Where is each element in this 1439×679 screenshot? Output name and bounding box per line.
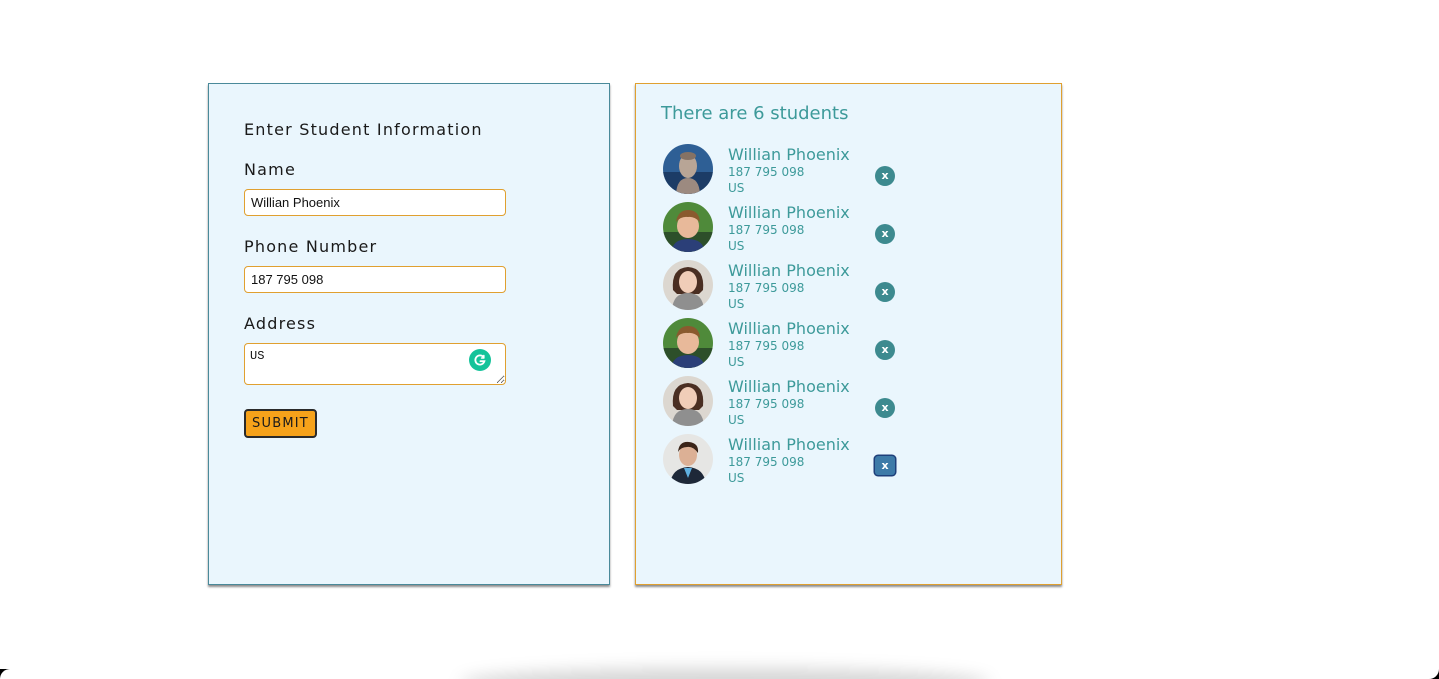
student-list: Willian Phoenix 187 795 098 US x Willian… bbox=[663, 144, 1043, 492]
avatar bbox=[663, 376, 713, 426]
student-phone: 187 795 098 bbox=[728, 339, 805, 353]
window-shadow bbox=[460, 668, 990, 679]
remove-student-button[interactable]: x bbox=[875, 166, 895, 186]
student-name: Willian Phoenix bbox=[728, 145, 850, 164]
student-list-item: Willian Phoenix 187 795 098 US x bbox=[663, 260, 1043, 318]
student-phone: 187 795 098 bbox=[728, 223, 805, 237]
student-list-panel: There are 6 students Willian Phoenix 187… bbox=[635, 83, 1062, 585]
address-textarea[interactable]: US bbox=[244, 343, 506, 385]
avatar bbox=[663, 260, 713, 310]
student-phone: 187 795 098 bbox=[728, 165, 805, 179]
page: Enter Student Information Name Phone Num… bbox=[0, 0, 1439, 679]
student-count-title: There are 6 students bbox=[661, 103, 849, 124]
student-address: US bbox=[728, 239, 745, 253]
student-list-item: Willian Phoenix 187 795 098 US x bbox=[663, 202, 1043, 260]
submit-button[interactable]: SUBMIT bbox=[244, 409, 317, 438]
student-name: Willian Phoenix bbox=[728, 377, 850, 396]
name-input[interactable] bbox=[244, 189, 506, 216]
grammarly-icon[interactable] bbox=[469, 349, 491, 371]
man-suit-portrait-icon bbox=[663, 434, 713, 484]
remove-student-button[interactable]: x bbox=[875, 340, 895, 360]
student-address: US bbox=[728, 355, 745, 369]
remove-student-button[interactable]: x bbox=[875, 224, 895, 244]
window-corner bbox=[0, 669, 10, 679]
student-name: Willian Phoenix bbox=[728, 435, 850, 454]
man-portrait-icon bbox=[663, 144, 713, 194]
avatar bbox=[663, 202, 713, 252]
student-phone: 187 795 098 bbox=[728, 281, 805, 295]
avatar bbox=[663, 434, 713, 484]
student-list-item: Willian Phoenix 187 795 098 US x bbox=[663, 376, 1043, 434]
phone-input[interactable] bbox=[244, 266, 506, 293]
student-address: US bbox=[728, 413, 745, 427]
woman-portrait-icon bbox=[663, 376, 713, 426]
student-list-item: Willian Phoenix 187 795 098 US x bbox=[663, 144, 1043, 202]
student-phone: 187 795 098 bbox=[728, 397, 805, 411]
woman-portrait-icon bbox=[663, 260, 713, 310]
student-name: Willian Phoenix bbox=[728, 261, 850, 280]
name-label: Name bbox=[244, 160, 297, 179]
student-form-panel: Enter Student Information Name Phone Num… bbox=[208, 83, 610, 585]
student-name: Willian Phoenix bbox=[728, 203, 850, 222]
student-list-item: Willian Phoenix 187 795 098 US x bbox=[663, 434, 1043, 492]
student-address: US bbox=[728, 297, 745, 311]
remove-student-button[interactable]: x bbox=[875, 456, 895, 475]
avatar bbox=[663, 144, 713, 194]
remove-student-button[interactable]: x bbox=[875, 282, 895, 302]
avatar bbox=[663, 318, 713, 368]
address-label: Address bbox=[244, 314, 317, 333]
phone-label: Phone Number bbox=[244, 237, 378, 256]
student-phone: 187 795 098 bbox=[728, 455, 805, 469]
window-corner bbox=[1429, 669, 1439, 679]
boy-portrait-icon bbox=[663, 202, 713, 252]
student-name: Willian Phoenix bbox=[728, 319, 850, 338]
student-address: US bbox=[728, 471, 745, 485]
form-title: Enter Student Information bbox=[244, 120, 483, 139]
student-list-item: Willian Phoenix 187 795 098 US x bbox=[663, 318, 1043, 376]
remove-student-button[interactable]: x bbox=[875, 398, 895, 418]
student-address: US bbox=[728, 181, 745, 195]
boy-portrait-icon bbox=[663, 318, 713, 368]
